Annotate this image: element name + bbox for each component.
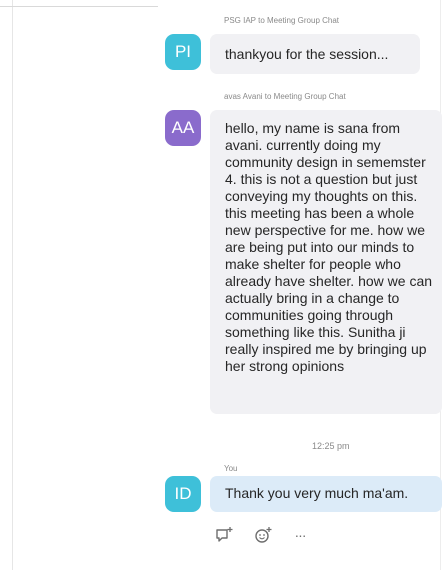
avatar[interactable]: ID	[165, 476, 201, 512]
left-divider	[12, 0, 13, 570]
sender-line: You	[224, 464, 238, 473]
avatar-initials: PI	[174, 42, 192, 61]
sender-line: PSG IAP to Meeting Group Chat	[224, 16, 340, 25]
message-text: Thank you very much ma'am.	[225, 485, 409, 501]
more-options-icon[interactable]: ···	[288, 525, 312, 545]
top-divider	[0, 6, 158, 7]
avatar[interactable]: AA	[165, 110, 201, 146]
more-options-label: ···	[294, 527, 307, 543]
avatar[interactable]: PI	[165, 34, 201, 70]
avatar-initials: ID	[174, 484, 192, 503]
emoji-add-icon[interactable]	[253, 525, 273, 545]
message-bubble[interactable]: hello, my name is sana from avani. curre…	[210, 110, 442, 414]
message-bubble[interactable]: thankyou for the session...	[210, 34, 420, 74]
message-bubble[interactable]: Thank you very much ma'am.	[210, 476, 442, 512]
timestamp: 12:25 pm	[312, 441, 350, 451]
sender-line: avas Avani to Meeting Group Chat	[224, 92, 346, 101]
message-text: thankyou for the session...	[225, 46, 389, 62]
reply-add-icon[interactable]	[214, 525, 234, 545]
avatar-initials: AA	[171, 118, 195, 137]
message-text: hello, my name is sana from avani. curre…	[225, 120, 433, 374]
